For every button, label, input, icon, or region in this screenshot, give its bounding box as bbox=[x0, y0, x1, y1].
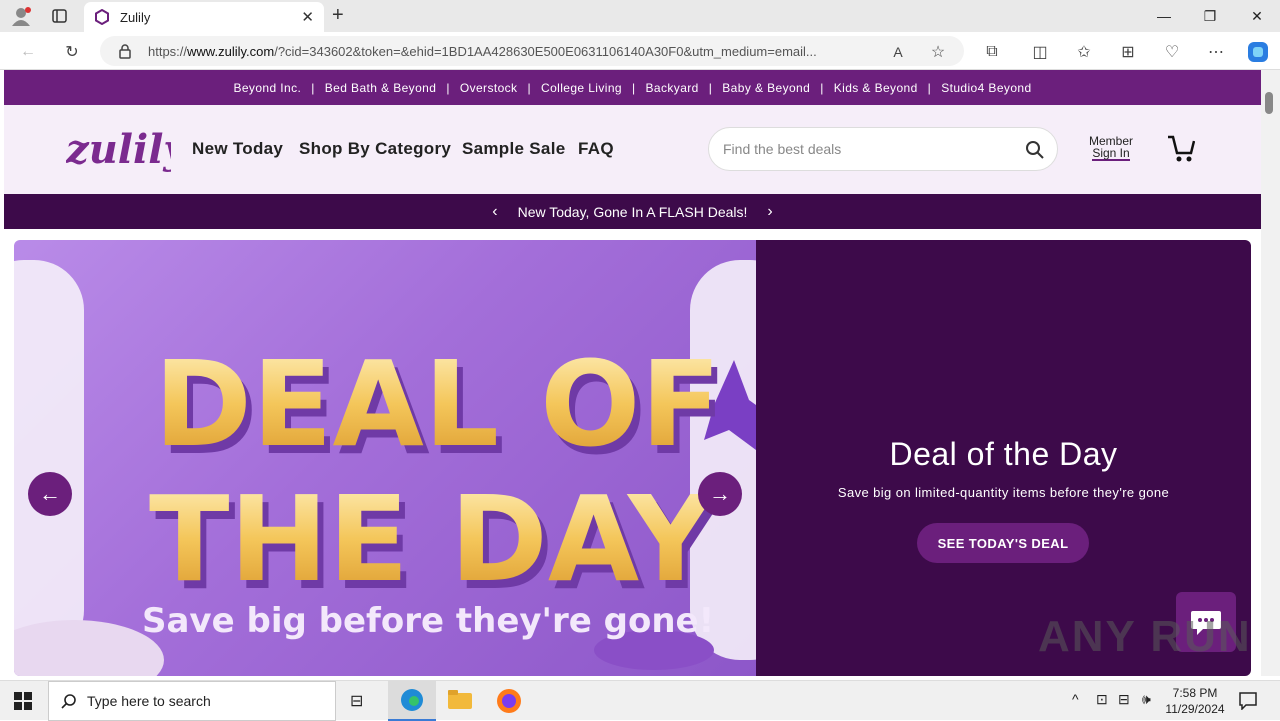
restore-icon[interactable]: ❐ bbox=[1187, 0, 1233, 32]
separator: | bbox=[927, 80, 932, 95]
file-explorer-icon[interactable] bbox=[448, 690, 472, 715]
hero-subtitle: Save big on limited-quantity items befor… bbox=[837, 485, 1170, 500]
brand-link[interactable]: Studio4 Beyond bbox=[941, 81, 1031, 95]
close-window-icon[interactable]: ✕ bbox=[1234, 0, 1280, 32]
read-aloud-icon[interactable]: A bbox=[886, 40, 910, 64]
clock-time: 7:58 PM bbox=[1172, 686, 1218, 700]
volume-icon[interactable]: 🕪 bbox=[1142, 691, 1151, 708]
browser-essentials-icon[interactable]: ♡ bbox=[1160, 40, 1184, 64]
windows-start-icon[interactable] bbox=[14, 692, 32, 715]
scrollbar-thumb[interactable] bbox=[1265, 92, 1273, 114]
search-input[interactable]: Find the best deals bbox=[708, 127, 1058, 171]
split-screen-icon[interactable]: ◫ bbox=[1028, 40, 1052, 64]
webpage: Beyond Inc. | Bed Bath & Beyond | Overstoc… bbox=[4, 70, 1261, 676]
zulily-favicon-icon bbox=[94, 8, 110, 26]
lock-icon[interactable] bbox=[118, 43, 132, 64]
favorites-icon[interactable]: ✩ bbox=[1072, 40, 1096, 64]
family-brands-bar: Beyond Inc. | Bed Bath & Beyond | Overstoc… bbox=[4, 70, 1261, 105]
tab-actions-icon[interactable] bbox=[52, 8, 68, 24]
firefox-icon[interactable] bbox=[496, 688, 522, 719]
url-rest: /?cid=343602&token=&ehid=1BD1AA428630E50… bbox=[274, 43, 817, 59]
separator: | bbox=[446, 80, 450, 95]
new-tab-icon[interactable]: + bbox=[332, 4, 344, 27]
image-headline-line2-front: THE DAY bbox=[149, 470, 715, 608]
minimize-icon[interactable]: — bbox=[1141, 0, 1187, 32]
separator: | bbox=[631, 80, 636, 95]
carousel-prev-button[interactable]: ← bbox=[28, 472, 72, 516]
refresh-icon[interactable]: ↻ bbox=[60, 40, 84, 64]
url-domain: www.zulily.com bbox=[187, 43, 275, 59]
notification-icon[interactable] bbox=[1238, 690, 1258, 715]
task-view-icon[interactable]: ⊟ bbox=[350, 691, 363, 711]
anyrun-watermark: ANY RUN bbox=[1038, 612, 1252, 661]
show-hidden-icons-icon[interactable]: ^ bbox=[1072, 691, 1079, 707]
image-headline-line1-front: DEAL OF bbox=[154, 335, 721, 473]
hero-carousel: DEAL OF DEAL OF THE DAY THE DAY Save big… bbox=[14, 240, 1251, 676]
browser-tab[interactable]: Zulily ✕ bbox=[84, 2, 324, 32]
page-scrollbar[interactable] bbox=[1261, 70, 1280, 676]
profile-icon[interactable] bbox=[10, 6, 32, 26]
image-tagline: Save big before they're gone! bbox=[142, 601, 714, 641]
carousel-next-button[interactable]: → bbox=[698, 472, 742, 516]
extensions-icon[interactable]: ⧉ bbox=[980, 40, 1004, 64]
network-icon[interactable]: ⊡ bbox=[1096, 691, 1108, 708]
brand-link[interactable]: Beyond Inc. bbox=[233, 81, 301, 95]
cart-icon[interactable] bbox=[1167, 133, 1196, 163]
separator: | bbox=[820, 80, 824, 95]
deal-of-the-day-image[interactable]: DEAL OF DEAL OF THE DAY THE DAY Save big… bbox=[14, 240, 800, 676]
brand-link[interactable]: Overstock bbox=[460, 81, 518, 95]
browser-tab-strip: Zulily ✕ + — ❐ ✕ bbox=[0, 0, 1280, 32]
nav-faq[interactable]: FAQ bbox=[578, 139, 614, 159]
search-placeholder: Find the best deals bbox=[723, 141, 842, 157]
brand-link[interactable]: Backyard bbox=[646, 81, 699, 95]
promo-banner: ‹ New Today, Gone In A FLASH Deals! › bbox=[4, 194, 1261, 229]
favorite-star-icon[interactable]: ☆ bbox=[926, 40, 950, 64]
tab-title: Zulily bbox=[120, 9, 151, 25]
search-icon[interactable] bbox=[1025, 140, 1045, 163]
taskbar-clock[interactable]: 7:58 PM 11/29/2024 bbox=[1160, 685, 1230, 717]
collections-icon[interactable]: ⊞ bbox=[1116, 40, 1140, 64]
brand-link[interactable]: Bed Bath & Beyond bbox=[325, 81, 437, 95]
see-todays-deal-button[interactable]: SEE TODAY'S DEAL bbox=[917, 523, 1089, 563]
zulily-logo[interactable]: zulily bbox=[65, 123, 189, 175]
separator: | bbox=[708, 80, 713, 95]
brand-link[interactable]: College Living bbox=[541, 81, 622, 95]
close-tab-icon[interactable]: ✕ bbox=[301, 8, 314, 26]
hero-title: Deal of the Day bbox=[889, 436, 1118, 472]
edge-browser-icon[interactable] bbox=[388, 681, 436, 721]
more-menu-icon[interactable]: ⋯ bbox=[1204, 40, 1228, 64]
nav-sample-sale[interactable]: Sample Sale bbox=[462, 139, 565, 159]
windows-taskbar: Type here to search ⊟ ^ ⊡ ⊟ 🕪 7:58 PM 11… bbox=[0, 680, 1280, 721]
site-header: zulily New Today Shop By Category Sample… bbox=[4, 105, 1261, 194]
address-bar[interactable]: https://www.zulily.com/?cid=343602&token… bbox=[100, 36, 964, 66]
sign-in-link[interactable]: Sign In bbox=[1092, 147, 1130, 161]
chevron-right-icon[interactable]: › bbox=[767, 203, 772, 221]
brand-link[interactable]: Baby & Beyond bbox=[722, 81, 810, 95]
member-sign-in[interactable]: Member Sign In bbox=[1084, 135, 1138, 161]
taskbar-search-placeholder: Type here to search bbox=[87, 693, 211, 709]
back-icon[interactable]: ← bbox=[16, 40, 40, 64]
copilot-icon[interactable] bbox=[1245, 39, 1271, 65]
brand-link[interactable]: Kids & Beyond bbox=[834, 81, 918, 95]
promo-text[interactable]: New Today, Gone In A FLASH Deals! bbox=[518, 204, 748, 220]
url-prefix: https:// bbox=[148, 43, 188, 59]
browser-toolbar: ← ↻ https://www.zulily.com/?cid=343602&t… bbox=[0, 32, 1280, 70]
svg-text:zulily: zulily bbox=[66, 126, 171, 173]
ethernet-icon[interactable]: ⊟ bbox=[1118, 691, 1130, 708]
search-icon bbox=[61, 693, 77, 712]
nav-new-today[interactable]: New Today bbox=[192, 139, 283, 159]
taskbar-search-input[interactable]: Type here to search bbox=[48, 681, 336, 721]
separator: | bbox=[311, 80, 315, 95]
separator: | bbox=[527, 80, 531, 95]
chevron-left-icon[interactable]: ‹ bbox=[492, 203, 497, 221]
nav-shop-by-category[interactable]: Shop By Category bbox=[299, 139, 451, 159]
clock-date: 11/29/2024 bbox=[1165, 702, 1225, 716]
